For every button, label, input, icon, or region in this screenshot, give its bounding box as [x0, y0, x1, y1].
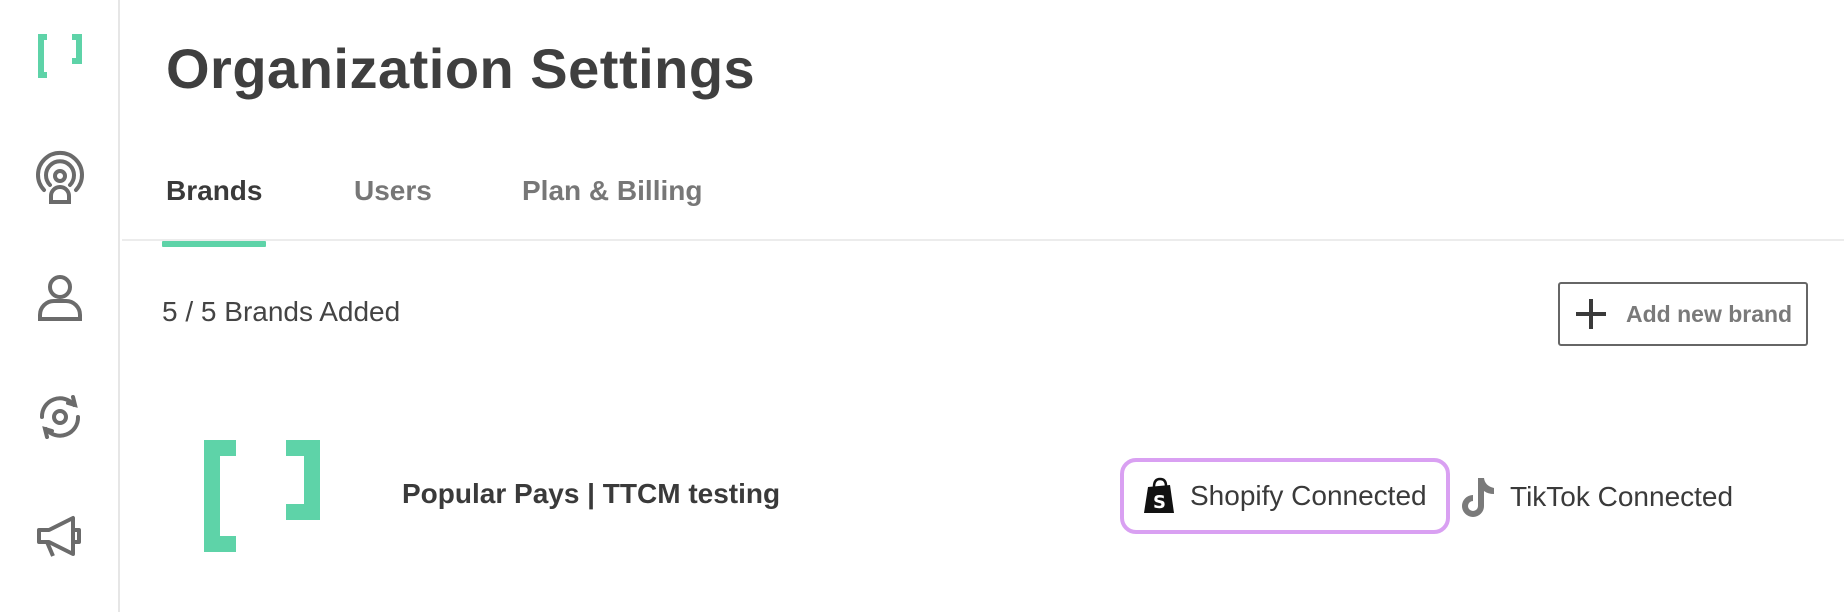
tab-users[interactable]: Users: [354, 175, 432, 239]
add-new-brand-label: Add new brand: [1626, 300, 1793, 327]
settings-tabs: Brands Users Plan & Billing: [122, 160, 1844, 247]
bracket-logo-icon: [204, 440, 320, 552]
sidebar-item-user[interactable]: [28, 265, 92, 329]
svg-text:S: S: [1153, 492, 1166, 513]
megaphone-icon: [37, 516, 81, 557]
page-title: Organization Settings: [166, 37, 756, 100]
sidebar-logo[interactable]: [28, 24, 92, 88]
brands-count: 5 / 5 Brands Added: [162, 296, 401, 327]
tiktok-icon: [1462, 478, 1494, 517]
shopify-connection[interactable]: S Shopify Connected: [1120, 458, 1450, 534]
tiktok-connection-label: TikTok Connected: [1510, 481, 1734, 512]
sidebar: [0, 0, 120, 612]
add-new-brand-button[interactable]: Add new brand: [1558, 282, 1808, 346]
shopify-connection-label: Shopify Connected: [1190, 480, 1427, 511]
sidebar-item-sync[interactable]: [28, 385, 92, 449]
main-content: Organization Settings Brands Users Plan …: [122, 0, 1844, 612]
broadcast-icon: [36, 150, 84, 204]
user-icon: [38, 275, 82, 321]
app-window: Organization Settings Brands Users Plan …: [0, 0, 1844, 612]
sidebar-item-campaigns[interactable]: [28, 505, 92, 569]
tiktok-connection[interactable]: TikTok Connected: [1460, 472, 1733, 522]
sidebar-item-broadcast[interactable]: [28, 146, 92, 210]
tab-brands[interactable]: Brands: [161, 175, 267, 247]
bracket-logo-icon: [38, 34, 82, 78]
brand-name: Popular Pays | TTCM testing: [402, 478, 781, 509]
shopify-icon: S: [1144, 477, 1174, 513]
plus-icon: [1576, 299, 1606, 329]
sync-icon: [39, 395, 81, 439]
tab-plan-billing[interactable]: Plan & Billing: [522, 175, 702, 239]
